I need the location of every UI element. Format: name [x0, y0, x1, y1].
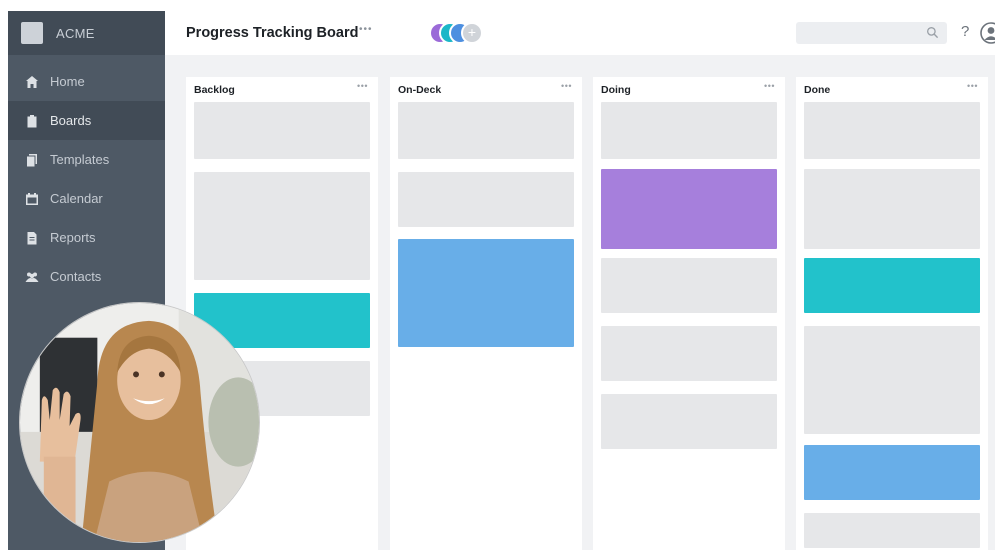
page-title: Progress Tracking Board [186, 25, 359, 41]
column-more-button[interactable]: ••• [967, 81, 978, 91]
column-title: Backlog [194, 84, 235, 96]
brand-name: ACME [56, 25, 95, 41]
sidebar-item-label: Home [50, 74, 85, 89]
top-bar: Progress Tracking Board ••• + ? [165, 11, 995, 55]
sidebar-item-boards[interactable]: Boards [8, 101, 165, 140]
card-blue[interactable] [804, 445, 980, 500]
presenter-photo [20, 303, 259, 542]
templates-icon [24, 152, 40, 168]
card-gray[interactable] [601, 258, 777, 313]
column-on-deck: On-Deck ••• [390, 77, 582, 550]
sidebar-item-contacts[interactable]: Contacts [8, 257, 165, 296]
clipboard-icon [24, 113, 40, 129]
card-blue[interactable] [398, 239, 574, 347]
sidebar-item-templates[interactable]: Templates [8, 140, 165, 179]
column-title: Doing [601, 84, 631, 96]
card-purple[interactable] [601, 169, 777, 249]
sidebar-item-label: Contacts [50, 269, 102, 284]
window-left-edge [0, 0, 8, 550]
sidebar-item-label: Templates [50, 152, 110, 167]
card-gray[interactable] [194, 102, 370, 159]
sidebar-nav: Home Boards Templates Calendar Reports C… [8, 62, 165, 296]
column-doing: Doing ••• [593, 77, 785, 550]
reports-icon [24, 230, 40, 246]
column-title: Done [804, 84, 831, 96]
card-gray[interactable] [398, 172, 574, 227]
help-button[interactable]: ? [961, 23, 969, 40]
card-gray[interactable] [398, 102, 574, 159]
card-gray[interactable] [804, 326, 980, 434]
column-more-button[interactable]: ••• [561, 81, 572, 91]
window-top-edge [0, 0, 995, 11]
card-gray[interactable] [601, 102, 777, 159]
brand[interactable]: ACME [8, 11, 165, 55]
column-done: Done ••• [796, 77, 988, 550]
card-gray[interactable] [601, 394, 777, 449]
card-teal[interactable] [804, 258, 980, 313]
webcam-bubble[interactable] [19, 302, 260, 543]
card-gray[interactable] [804, 102, 980, 159]
app-window: ACME Home Boards Templates Calendar Repo… [0, 0, 995, 550]
sidebar-item-label: Calendar [50, 191, 103, 206]
user-icon[interactable] [980, 21, 995, 45]
search-input[interactable] [796, 22, 947, 44]
card-gray[interactable] [601, 326, 777, 381]
column-more-button[interactable]: ••• [764, 81, 775, 91]
contacts-icon [24, 269, 40, 285]
calendar-icon [24, 191, 40, 207]
sidebar-item-calendar[interactable]: Calendar [8, 179, 165, 218]
column-title: On-Deck [398, 84, 442, 96]
card-gray[interactable] [804, 169, 980, 249]
title-more-button[interactable]: ••• [359, 24, 373, 35]
sidebar-item-home[interactable]: Home [8, 62, 165, 101]
column-more-button[interactable]: ••• [357, 81, 368, 91]
add-member-button[interactable]: + [461, 22, 483, 44]
sidebar-item-label: Reports [50, 230, 96, 245]
home-icon [24, 74, 40, 90]
card-gray[interactable] [804, 513, 980, 548]
sidebar-item-reports[interactable]: Reports [8, 218, 165, 257]
acme-logo-icon [21, 22, 43, 44]
member-avatars[interactable]: + [429, 22, 493, 44]
sidebar-item-label: Boards [50, 113, 92, 128]
search-icon[interactable] [926, 26, 939, 39]
card-gray[interactable] [194, 172, 370, 280]
